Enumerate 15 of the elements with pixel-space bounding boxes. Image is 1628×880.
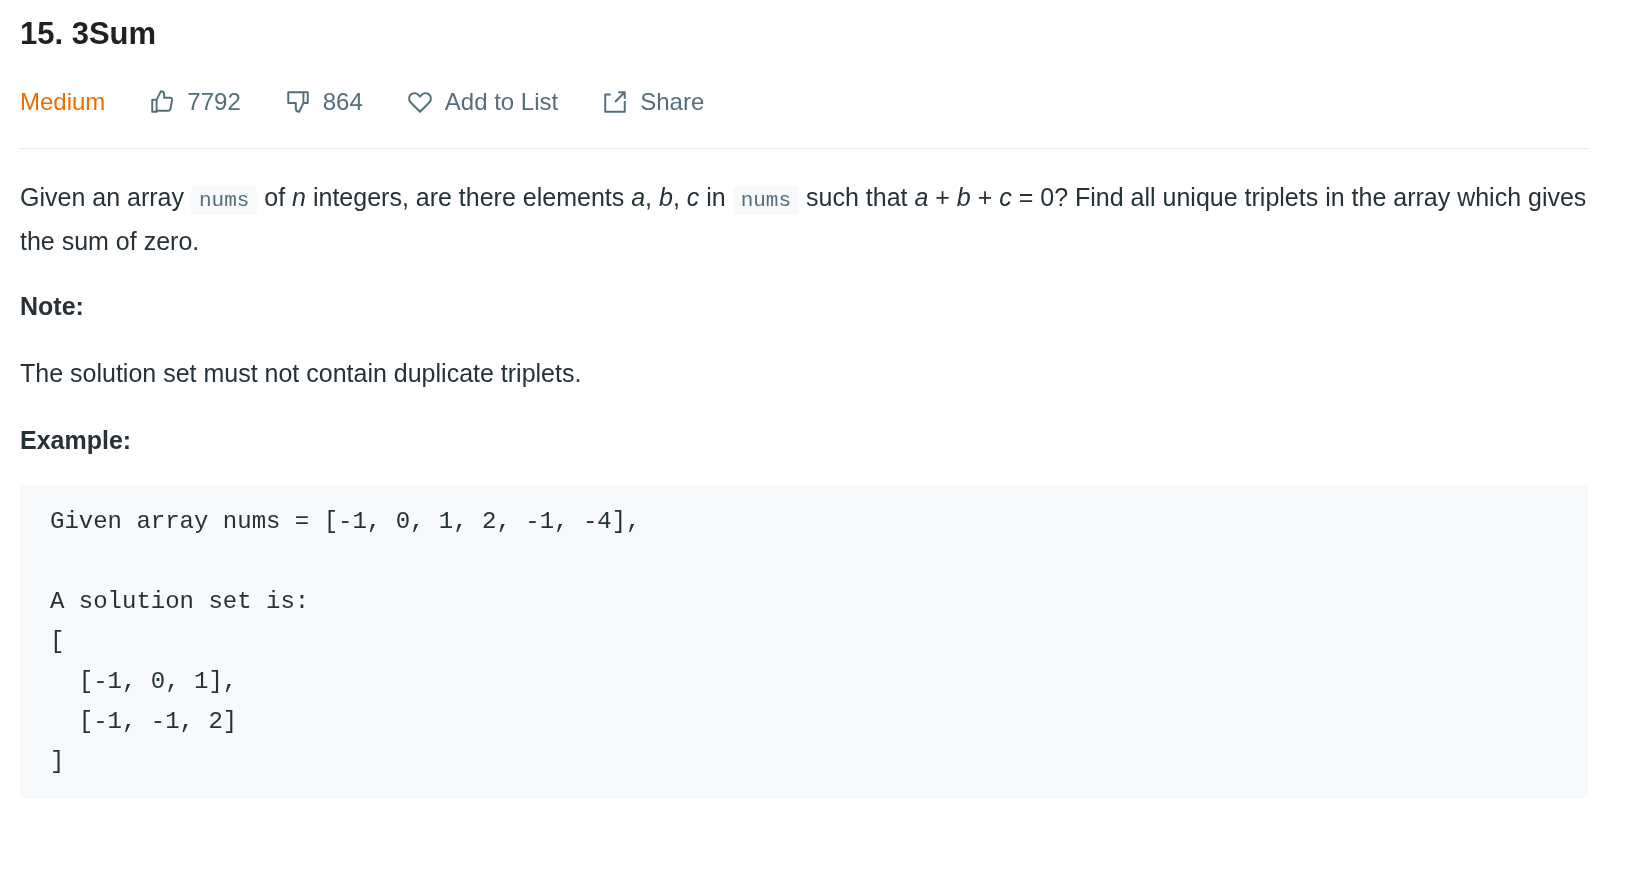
heart-icon bbox=[406, 90, 433, 114]
share-button[interactable]: Share bbox=[602, 84, 705, 120]
like-button[interactable]: 7792 bbox=[149, 84, 241, 120]
problem-title: 15. 3Sum bbox=[20, 15, 157, 53]
code-block: Given array nums = [-1, 0, 1, 2, -1, -4], A solution set is: [ [-1, 0, 1], [-1, -1, 2] ] bbox=[20, 485, 1588, 799]
add-to-list-button[interactable]: Add to List bbox=[406, 84, 559, 120]
note-text: The solution set must not contain duplicate triplets. bbox=[20, 358, 583, 389]
note-heading: Note: bbox=[20, 291, 84, 322]
share-icon bbox=[602, 89, 629, 115]
dislike-button[interactable]: 864 bbox=[284, 84, 363, 120]
problem-description: Given an array nums of n integers, are there elements a, b, c in nums such that a + b + c = 0? Find all unique triplets in the array which gives the sum of zero. bbox=[20, 182, 1588, 257]
difficulty-label: Medium bbox=[20, 87, 106, 117]
thumbs-down-icon bbox=[284, 89, 311, 115]
example-heading: Example: bbox=[20, 425, 132, 456]
thumbs-up-icon bbox=[149, 89, 176, 115]
